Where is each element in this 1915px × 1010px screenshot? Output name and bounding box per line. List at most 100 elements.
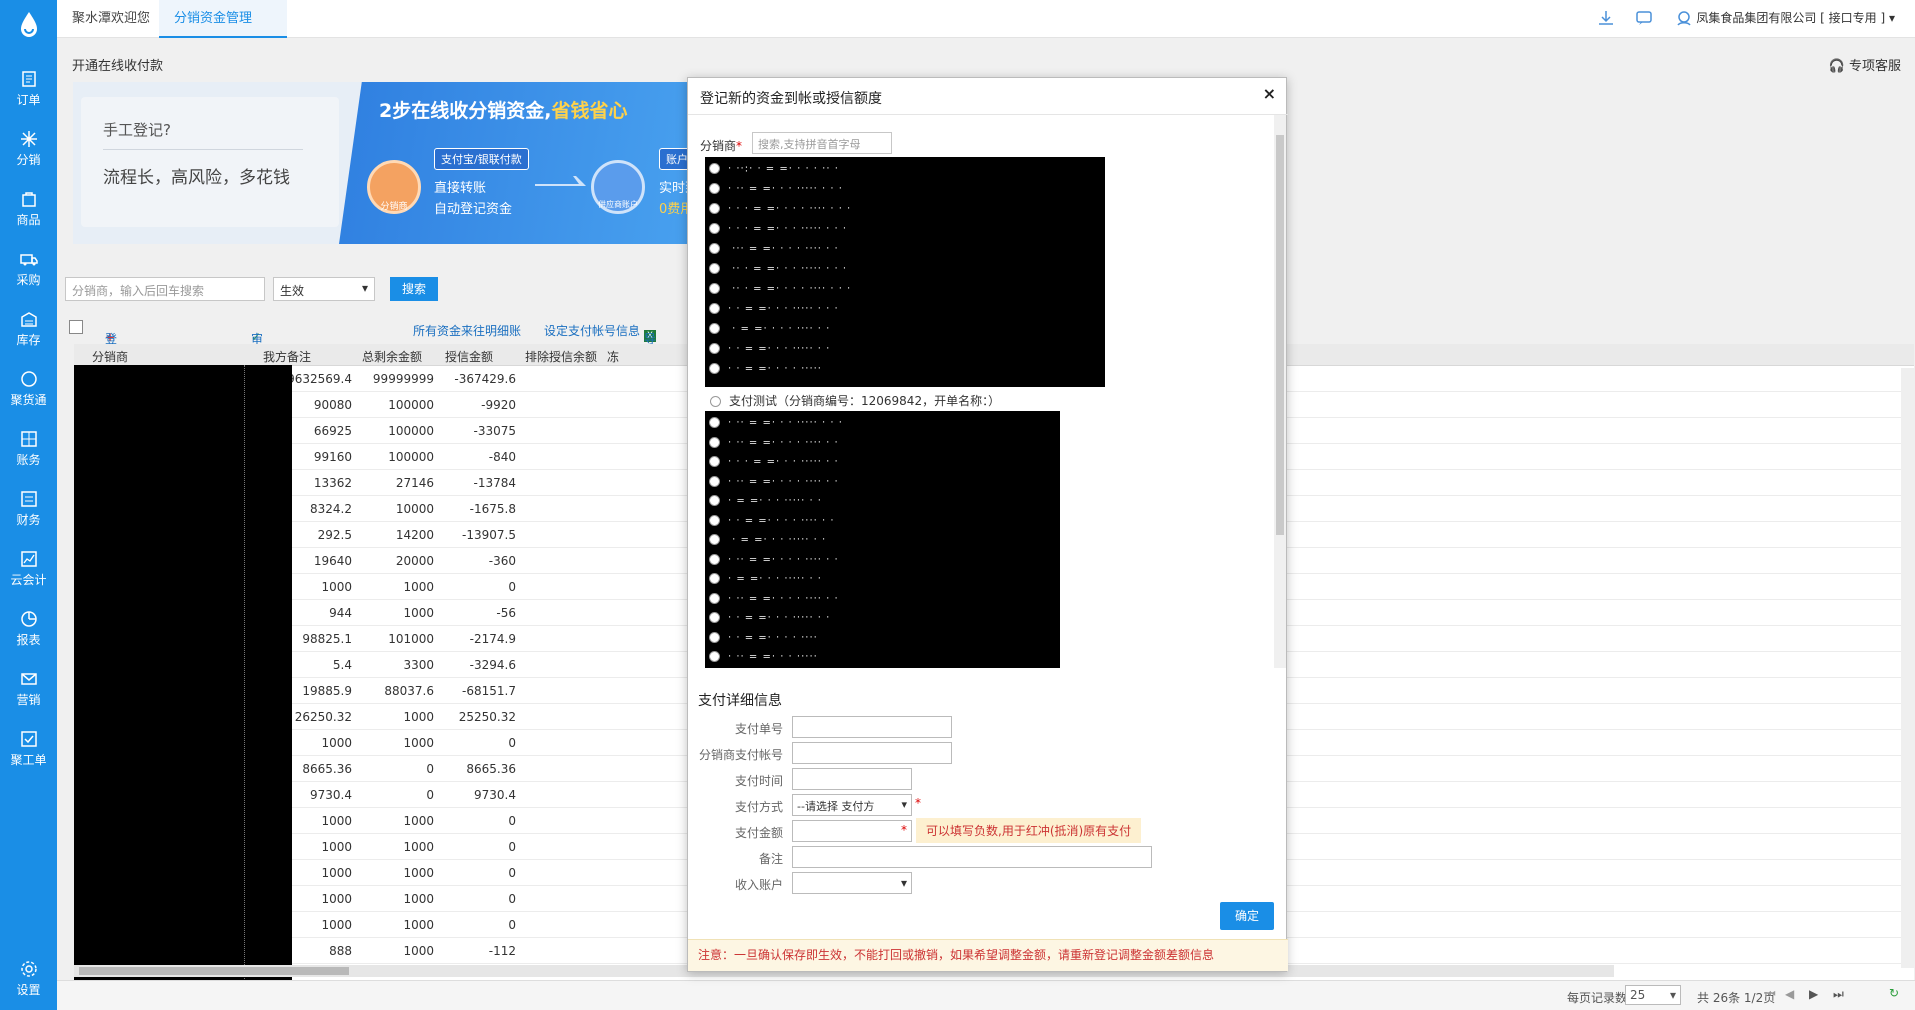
sidebar-item-distribution[interactable]: 分销 bbox=[0, 130, 57, 168]
sidebar-item-marketing[interactable]: 营销 bbox=[0, 670, 57, 708]
distributor-option[interactable]: · · = =· · · ····· · · bbox=[709, 343, 830, 363]
radio-button[interactable] bbox=[709, 303, 720, 314]
distributor-option[interactable]: · ·· = =· · · · ···· · · bbox=[709, 553, 839, 574]
radio-button[interactable] bbox=[710, 396, 721, 407]
distributor-option[interactable]: · ·· = =· · · ····· bbox=[709, 651, 818, 668]
radio-button[interactable] bbox=[709, 363, 720, 374]
radio-button[interactable] bbox=[709, 534, 720, 545]
radio-button[interactable] bbox=[709, 323, 720, 334]
company-name[interactable]: 凤集食品集团有限公司 [ 接口专用 ] ▾ bbox=[1696, 0, 1895, 37]
col-net-balance[interactable]: 排除授信余额 bbox=[525, 348, 597, 365]
pay-method-select[interactable]: --请选择 支付方 ▾ bbox=[792, 794, 912, 816]
distributor-option[interactable]: · = =· · · ····· · · bbox=[709, 495, 822, 515]
distributor-option[interactable]: · ·· = =· · · ····· · · · bbox=[709, 183, 843, 203]
close-icon[interactable]: × bbox=[1263, 84, 1276, 103]
radio-button[interactable] bbox=[709, 243, 720, 254]
status-select[interactable]: 生效 ▾ bbox=[273, 277, 375, 301]
distributor-option[interactable]: · · · = =· · · ····· · · · bbox=[709, 223, 847, 243]
col-total-balance[interactable]: 总剩余金额 bbox=[362, 348, 422, 365]
radio-button[interactable] bbox=[709, 183, 720, 194]
distributor-option[interactable]: · = =· · · · ···· · · bbox=[709, 323, 830, 343]
radio-button[interactable] bbox=[709, 283, 720, 294]
radio-button[interactable] bbox=[709, 495, 720, 506]
radio-button[interactable] bbox=[709, 223, 720, 234]
sidebar-item-jht[interactable]: 聚货通 bbox=[0, 370, 57, 408]
distributor-option[interactable]: · · = =· · · ····· · · bbox=[709, 612, 830, 632]
distributor-option[interactable]: ·· · = =· · · · ···· · · · bbox=[709, 283, 851, 303]
confirm-button[interactable]: 确定 bbox=[1220, 902, 1274, 930]
radio-button[interactable] bbox=[709, 163, 720, 174]
recv-account-select[interactable]: ▾ bbox=[792, 872, 912, 894]
pay-no-input[interactable] bbox=[792, 716, 952, 738]
sidebar-item-settings[interactable]: 设置 bbox=[0, 960, 57, 998]
distributor-option[interactable]: · = =· · · ····· · · bbox=[709, 534, 826, 554]
remark-input[interactable] bbox=[792, 846, 1152, 868]
sidebar-item-report[interactable]: 报表 bbox=[0, 610, 57, 648]
horizontal-scrollbar-thumb[interactable] bbox=[79, 967, 349, 975]
radio-button[interactable] bbox=[709, 436, 720, 448]
download-icon[interactable] bbox=[1597, 9, 1615, 27]
tab-fund-management[interactable]: 分销资金管理 bbox=[159, 0, 287, 38]
distributor-option[interactable]: · · · = =· · · · ···· · · · bbox=[709, 203, 851, 223]
radio-button[interactable] bbox=[709, 475, 720, 487]
support-link[interactable]: 🎧 专项客服 bbox=[1829, 55, 1901, 74]
sidebar-item-workorder[interactable]: 聚工单 bbox=[0, 730, 57, 768]
distributor-option[interactable]: · = =· · · ····· · · bbox=[709, 573, 822, 593]
setting-button[interactable]: 设定支付帐号信息 bbox=[544, 322, 640, 339]
radio-button[interactable] bbox=[709, 612, 720, 623]
distributor-option[interactable]: · · = =· · · · ···· bbox=[709, 631, 818, 652]
sidebar-item-finance[interactable]: 财务 bbox=[0, 490, 57, 528]
save-icon[interactable] bbox=[69, 320, 83, 334]
tab-welcome[interactable]: 聚水潭欢迎您 bbox=[57, 0, 165, 38]
distributor-option[interactable]: · · = =· · · · ····· bbox=[709, 363, 822, 383]
radio-button[interactable] bbox=[709, 631, 720, 643]
sidebar-item-inventory[interactable]: 库存 bbox=[0, 310, 57, 348]
sidebar-item-order[interactable]: 订单 bbox=[0, 70, 57, 108]
per-page-select[interactable]: 25 ▾ bbox=[1625, 985, 1681, 1005]
sidebar-item-cloud-accounting[interactable]: 云会计 bbox=[0, 550, 57, 588]
pay-time-input[interactable] bbox=[792, 768, 912, 790]
distributor-option[interactable]: ·· · = =· · · ····· · · · bbox=[709, 263, 847, 283]
detail-button[interactable]: 所有资金来往明细账 bbox=[413, 322, 521, 339]
distributor-option[interactable]: · ·· = =· · · ····· · · · bbox=[709, 417, 843, 437]
distributor-option[interactable]: · ·· = =· · · · ···· · · bbox=[709, 436, 839, 457]
account-input[interactable] bbox=[792, 742, 952, 764]
distributor-option[interactable]: ··· = =· · · · ···· · · bbox=[709, 243, 839, 263]
col-frozen[interactable]: 冻 bbox=[607, 348, 619, 365]
distributor-search-input[interactable]: 搜索,支持拼音首字母 bbox=[752, 132, 892, 154]
distributor-option[interactable]: · ·· = =· · · · ···· · · bbox=[709, 475, 839, 496]
radio-button[interactable] bbox=[709, 456, 720, 467]
radio-button[interactable] bbox=[709, 514, 720, 526]
first-page-icon[interactable]: ⏮ bbox=[1765, 987, 1776, 1002]
radio-button[interactable] bbox=[709, 263, 720, 274]
sidebar-item-goods[interactable]: 商品 bbox=[0, 190, 57, 228]
radio-button[interactable] bbox=[709, 343, 720, 354]
search-input[interactable]: 分销商，输入后回车搜索 bbox=[65, 277, 265, 301]
radio-button[interactable] bbox=[709, 592, 720, 604]
radio-button[interactable] bbox=[709, 651, 720, 662]
message-icon[interactable] bbox=[1635, 9, 1653, 27]
sidebar-item-purchase[interactable]: 采购 bbox=[0, 250, 57, 288]
next-page-icon[interactable]: ▶ bbox=[1809, 987, 1818, 1001]
distributor-option[interactable]: · ··:· · = =· · · · ·· · bbox=[709, 163, 839, 183]
radio-button[interactable] bbox=[709, 417, 720, 428]
search-button[interactable]: 搜索 bbox=[390, 277, 438, 301]
col-credit[interactable]: 授信金额 bbox=[445, 348, 493, 365]
col-remark[interactable]: 我方备注 bbox=[263, 348, 311, 365]
radio-button[interactable] bbox=[709, 203, 720, 214]
radio-button[interactable] bbox=[709, 573, 720, 584]
distributor-option[interactable]: · · = =· · · · ···· · · bbox=[709, 514, 835, 535]
last-page-icon[interactable]: ⏭ bbox=[1833, 987, 1844, 1002]
service-icon[interactable] bbox=[1675, 9, 1693, 27]
vertical-scrollbar[interactable] bbox=[1901, 368, 1915, 968]
dialog-scrollbar-thumb[interactable] bbox=[1276, 135, 1284, 535]
distributor-option-paytest[interactable]: 支付测试（分销商编号：12069842，开单名称：） bbox=[710, 392, 1000, 409]
col-distributor[interactable]: 分销商 bbox=[92, 348, 128, 365]
radio-button[interactable] bbox=[709, 553, 720, 565]
amount-input[interactable] bbox=[792, 820, 912, 842]
distributor-option[interactable]: · · = =· · · ····· · · · bbox=[709, 303, 839, 323]
prev-page-icon[interactable]: ◀ bbox=[1785, 987, 1794, 1001]
refresh-icon[interactable]: ↻ bbox=[1889, 986, 1899, 1000]
dialog-scrollbar[interactable] bbox=[1274, 115, 1286, 668]
distributor-option[interactable]: · · · = =· · · ····· · · bbox=[709, 456, 839, 476]
